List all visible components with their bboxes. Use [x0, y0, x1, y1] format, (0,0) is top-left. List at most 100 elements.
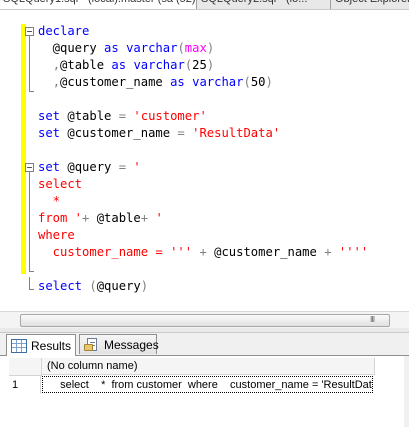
- grid-header: (No column name): [9, 358, 375, 376]
- code-line[interactable]: select: [38, 176, 368, 193]
- code-token: ': [133, 160, 141, 174]
- scrollbar-thumb[interactable]: [20, 314, 390, 327]
- code-token: max: [184, 41, 207, 55]
- code-token: as: [111, 58, 127, 72]
- code-token: ): [206, 41, 215, 55]
- code-token: @customer_name: [206, 245, 325, 259]
- code-token: @table: [60, 109, 119, 123]
- code-token: @query: [60, 160, 119, 174]
- code-line[interactable]: declare: [38, 23, 368, 40]
- code-token: =: [118, 109, 127, 123]
- code-token: +: [199, 245, 207, 259]
- code-token: set: [38, 160, 61, 174]
- code-token: ,: [52, 75, 61, 89]
- code-token: (: [89, 279, 97, 293]
- code-token: @query: [96, 279, 141, 293]
- tab-messages[interactable]: Messages: [79, 334, 159, 354]
- document-tab-object-explorer[interactable]: Object Explorer: [330, 0, 409, 9]
- code-token: '''': [338, 245, 369, 259]
- code-token: set: [38, 126, 61, 140]
- results-tab-strip: Results Messages: [0, 333, 409, 356]
- outline-end-tick: [29, 289, 34, 290]
- code-line[interactable]: ,@customer_name as varchar(50): [38, 74, 368, 91]
- result-cell[interactable]: select * from customer where customer_na…: [42, 376, 373, 393]
- code-token: as: [104, 41, 119, 55]
- code-token: @query: [38, 41, 105, 55]
- change-indicator-bar: [21, 24, 26, 274]
- code-token: customer_name = ''': [38, 245, 193, 259]
- column-header[interactable]: (No column name): [42, 358, 375, 375]
- code-token: (: [177, 41, 185, 55]
- outline-line: [29, 36, 30, 91]
- messages-icon: [84, 337, 100, 352]
- code-token: @customer_name: [60, 75, 171, 89]
- code-token: @table: [60, 58, 112, 72]
- code-token: =: [118, 160, 127, 174]
- code-line[interactable]: set @query = ': [38, 159, 368, 176]
- document-tab-strip: SQLQuery1.sql - (local).master (sa (52))…: [0, 0, 409, 10]
- document-tab-query1[interactable]: SQLQuery1.sql - (local).master (sa (52))…: [0, 0, 204, 9]
- code-line[interactable]: where: [38, 227, 368, 244]
- collapse-set-query-icon[interactable]: [25, 163, 34, 172]
- code-token: +: [140, 211, 149, 225]
- code-token: @customer_name: [60, 126, 178, 140]
- code-token: select: [38, 279, 83, 293]
- code-token: declare: [38, 24, 90, 38]
- code-line[interactable]: from '+ @table+ ': [38, 210, 368, 227]
- code-line[interactable]: [38, 91, 368, 108]
- code-token: (: [243, 75, 251, 89]
- code-token: *: [38, 194, 61, 208]
- collapse-declare-icon[interactable]: [25, 27, 34, 36]
- code-token: 'ResultData': [192, 126, 281, 140]
- code-line[interactable]: [38, 261, 368, 278]
- query-editor[interactable]: declare @query as varchar(max) ,@table a…: [0, 10, 409, 311]
- code-line[interactable]: customer_name = ''' + @customer_name + '…: [38, 244, 369, 261]
- code-token: as: [170, 75, 185, 89]
- pane-edge: [404, 356, 409, 427]
- table-row: 1 select * from customer where customer_…: [9, 376, 375, 394]
- outline-line: [29, 172, 30, 271]
- code-token: select: [38, 177, 83, 191]
- outline-end-tick: [29, 271, 34, 272]
- code-line[interactable]: set @customer_name = 'ResultData': [38, 125, 368, 142]
- outline-end-tick: [29, 91, 34, 92]
- tab-messages-label: Messages: [104, 337, 159, 352]
- tab-results[interactable]: Results: [6, 334, 76, 356]
- code-token: ): [206, 58, 215, 72]
- code-token: from ': [38, 211, 83, 225]
- horizontal-scrollbar[interactable]: III: [0, 311, 409, 328]
- code-line[interactable]: [38, 142, 368, 159]
- code-line[interactable]: @query as varchar(max): [38, 40, 368, 57]
- tab-results-label: Results: [31, 338, 72, 353]
- editor-gutter: [0, 10, 20, 311]
- code-line[interactable]: set @table = 'customer': [38, 108, 368, 125]
- code-token: 50: [250, 75, 266, 89]
- code-token: varchar: [133, 58, 185, 72]
- sql-code[interactable]: declare @query as varchar(max) ,@table a…: [38, 23, 368, 295]
- code-token: varchar: [192, 75, 244, 89]
- grid-corner[interactable]: [9, 358, 42, 376]
- code-token: ,: [52, 58, 61, 72]
- code-line[interactable]: ,@table as varchar(25): [38, 57, 368, 74]
- code-token: where: [38, 228, 75, 242]
- code-token: @table: [89, 211, 141, 225]
- code-token: 25: [192, 58, 207, 72]
- code-token: set: [38, 109, 61, 123]
- code-token: =: [177, 126, 185, 140]
- code-token: ': [155, 211, 163, 225]
- outline-line: [29, 277, 30, 289]
- code-line[interactable]: *: [38, 193, 368, 210]
- row-number[interactable]: 1: [9, 376, 41, 394]
- code-token: ): [265, 75, 273, 89]
- results-pane: (No column name) 1 select * from custome…: [0, 356, 409, 427]
- document-tab-query2[interactable]: SQLQuery2.sql - (lo...: [196, 0, 334, 9]
- code-token: 'customer': [133, 109, 207, 123]
- code-token: +: [324, 245, 332, 259]
- grid-icon: [11, 338, 27, 353]
- code-line[interactable]: select (@query): [38, 278, 368, 295]
